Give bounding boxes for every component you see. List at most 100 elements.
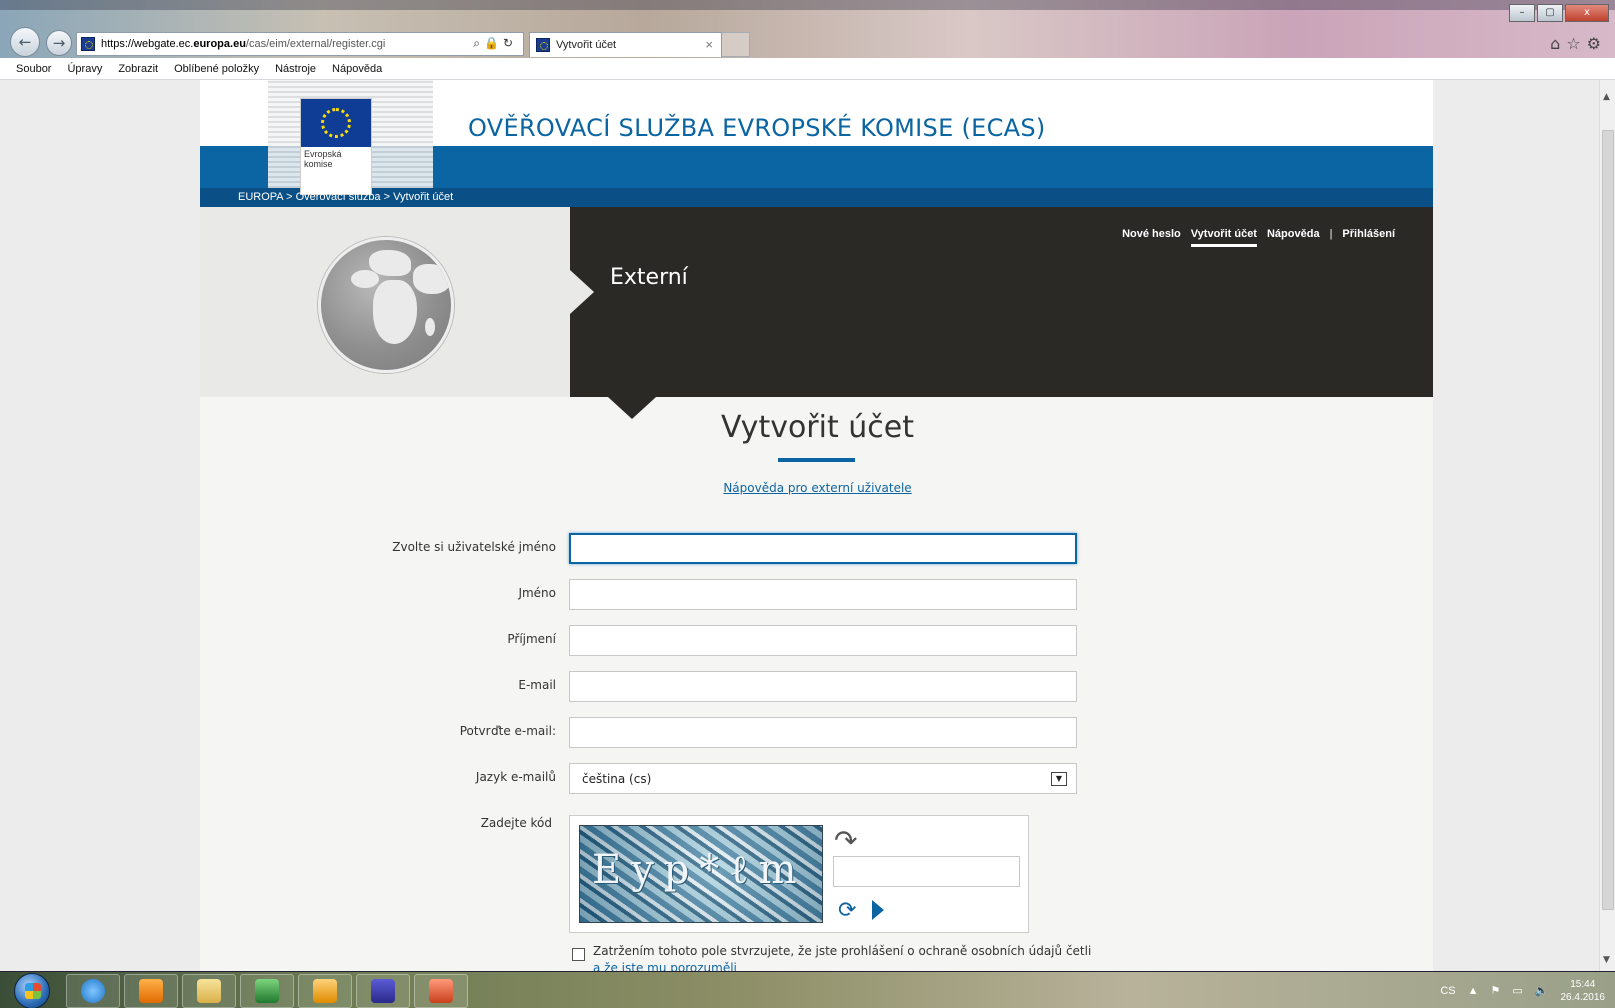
arrow-right-icon: → xyxy=(52,34,66,52)
nav-nove-heslo[interactable]: Nové heslo xyxy=(1122,228,1181,247)
nav-napoveda[interactable]: Nápověda xyxy=(1267,228,1320,247)
windows-taskbar: CS ▲ ⚑ ▭ 🔈 15:44 26.4.2016 xyxy=(0,971,1615,1008)
nav-separator: | xyxy=(1329,228,1333,240)
minimize-button[interactable]: – xyxy=(1509,4,1535,22)
address-bar[interactable]: https://webgate.ec.europa.eu/cas/eim/ext… xyxy=(76,32,524,56)
hero-left-panel xyxy=(200,207,570,397)
email-language-select[interactable]: čeština (cs) ▼ xyxy=(569,763,1077,794)
menu-oblibene-polozky[interactable]: Oblíbené položky xyxy=(174,63,259,75)
media-player-icon xyxy=(139,979,163,1003)
outlook-icon xyxy=(313,979,337,1003)
confirm-email-label: Potvrďte e-mail: xyxy=(459,724,556,738)
menu-nastroje[interactable]: Nástroje xyxy=(275,63,316,75)
privacy-statement-link[interactable]: a že jste mu porozuměli xyxy=(593,961,737,971)
settings-gear-icon[interactable]: ⚙ xyxy=(1587,34,1607,53)
username-input[interactable] xyxy=(569,533,1077,564)
window-controls: – ▢ x xyxy=(1509,4,1609,22)
eu-stars-icon xyxy=(321,108,351,138)
first-name-label: Jméno xyxy=(518,586,556,600)
title-underline xyxy=(778,458,855,462)
close-window-button[interactable]: x xyxy=(1565,4,1609,22)
globe-icon xyxy=(318,237,454,373)
taskbar-powerpoint[interactable] xyxy=(414,974,468,1008)
taskbar-media-player[interactable] xyxy=(124,974,178,1008)
taskbar-app-calendar[interactable] xyxy=(356,974,410,1008)
tab-title: Vytvořit účet xyxy=(556,39,617,51)
action-center-flag-icon[interactable]: ⚑ xyxy=(1491,984,1501,997)
system-tray: CS ▲ ⚑ ▭ 🔈 15:44 26.4.2016 xyxy=(1440,972,1605,1008)
favorites-star-icon[interactable]: ☆ xyxy=(1566,34,1586,53)
taskbar-outlook[interactable] xyxy=(298,974,352,1008)
scroll-down-icon[interactable]: ▼ xyxy=(1603,955,1610,965)
email-language-label: Jazyk e-mailů xyxy=(475,770,556,784)
new-tab-button[interactable] xyxy=(722,32,750,57)
home-icon[interactable]: ⌂ xyxy=(1550,34,1566,53)
start-button[interactable] xyxy=(14,973,50,1008)
confirm-email-input[interactable] xyxy=(569,717,1077,748)
email-label: E-mail xyxy=(518,678,556,692)
folder-icon xyxy=(197,979,221,1003)
input-language[interactable]: CS xyxy=(1440,985,1455,997)
windows-logo-icon xyxy=(25,983,41,999)
privacy-consent-checkbox[interactable] xyxy=(572,948,585,961)
scroll-up-icon[interactable]: ▲ xyxy=(1603,92,1610,102)
system-clock[interactable]: 15:44 26.4.2016 xyxy=(1561,978,1606,1004)
clock-time: 15:44 xyxy=(1570,978,1596,990)
tab-close-icon[interactable]: × xyxy=(705,37,713,52)
maximize-button[interactable]: ▢ xyxy=(1537,4,1563,22)
form-title: Vytvořit účet xyxy=(720,410,915,445)
back-button[interactable]: ← xyxy=(10,27,40,57)
network-icon[interactable]: ▭ xyxy=(1512,984,1522,997)
last-name-input[interactable] xyxy=(569,625,1077,656)
taskbar-explorer[interactable] xyxy=(182,974,236,1008)
captcha-characters: Eyp*ℓm xyxy=(592,847,807,893)
captcha-widget: Eyp*ℓm ↷ ⟳ xyxy=(569,815,1029,933)
tray-expand-icon[interactable]: ▲ xyxy=(1468,985,1479,997)
taskbar-excel[interactable] xyxy=(240,974,294,1008)
ecas-page: Evropská komise OVĚŘOVACÍ SLUŽBA EVROPSK… xyxy=(200,80,1433,971)
captcha-refresh-icon[interactable]: ⟳ xyxy=(838,898,856,923)
address-bar-icons[interactable]: ⌕🔒↻ xyxy=(473,36,517,51)
captcha-redo-arrow-icon[interactable]: ↷ xyxy=(834,824,857,857)
last-name-label: Příjmení xyxy=(507,632,556,646)
search-icon[interactable]: ⌕ xyxy=(473,36,484,50)
email-input[interactable] xyxy=(569,671,1077,702)
breadcrumb[interactable]: EUROPA > Ověřovací služba > Vytvořit úče… xyxy=(238,191,453,203)
captcha-input[interactable] xyxy=(833,856,1020,887)
username-label: Zvolte si uživatelské jméno xyxy=(392,540,556,554)
page-viewport: Evropská komise OVĚŘOVACÍ SLUŽBA EVROPSK… xyxy=(0,80,1615,971)
external-users-help-link[interactable]: Nápověda pro externí uživatele xyxy=(570,481,1065,495)
forward-button[interactable]: → xyxy=(46,30,72,56)
page-scrollbar[interactable]: ▲ ▼ xyxy=(1599,80,1615,971)
chevron-down-icon[interactable]: ▼ xyxy=(1051,772,1067,786)
captcha-audio-play-icon[interactable] xyxy=(872,900,884,920)
titlebar-top-strip xyxy=(0,0,1615,10)
nav-prihlaseni[interactable]: Přihlášení xyxy=(1342,228,1395,247)
scrollbar-thumb[interactable] xyxy=(1602,130,1614,910)
clock-date: 26.4.2016 xyxy=(1560,991,1606,1003)
hero-notch xyxy=(570,270,594,314)
internet-explorer-icon xyxy=(81,979,105,1003)
menu-upravy[interactable]: Úpravy xyxy=(67,63,102,75)
european-commission-logo[interactable]: Evropská komise xyxy=(300,98,372,195)
volume-icon[interactable]: 🔈 xyxy=(1535,984,1549,997)
url-text: https://webgate.ec.europa.eu/cas/eim/ext… xyxy=(101,38,386,50)
taskbar-internet-explorer[interactable] xyxy=(66,974,120,1008)
first-name-input[interactable] xyxy=(569,579,1077,610)
refresh-icon[interactable]: ↻ xyxy=(503,36,517,50)
menu-soubor[interactable]: Soubor xyxy=(16,63,51,75)
lock-icon[interactable]: 🔒 xyxy=(484,36,503,50)
menu-zobrazit[interactable]: Zobrazit xyxy=(118,63,158,75)
nav-vytvorit-ucet[interactable]: Vytvořit účet xyxy=(1190,228,1257,247)
eu-flag-icon xyxy=(301,99,371,147)
excel-icon xyxy=(255,979,279,1003)
captcha-image: Eyp*ℓm xyxy=(579,825,823,923)
privacy-consent-text: Zatržením tohoto pole stvrzujete, že jst… xyxy=(593,943,1093,971)
tab-vytvorit-ucet[interactable]: Vytvořit účet × xyxy=(529,32,722,57)
top-navigation: Nové heslo Vytvořit účet Nápověda | Přih… xyxy=(1122,228,1395,247)
menu-napoveda[interactable]: Nápověda xyxy=(332,63,382,75)
email-language-value: čeština (cs) xyxy=(582,771,652,786)
arrow-left-icon: ← xyxy=(18,33,32,51)
hero-title: Externí xyxy=(610,265,688,290)
menu-bar: Soubor Úpravy Zobrazit Oblíbené položky … xyxy=(0,58,1615,80)
